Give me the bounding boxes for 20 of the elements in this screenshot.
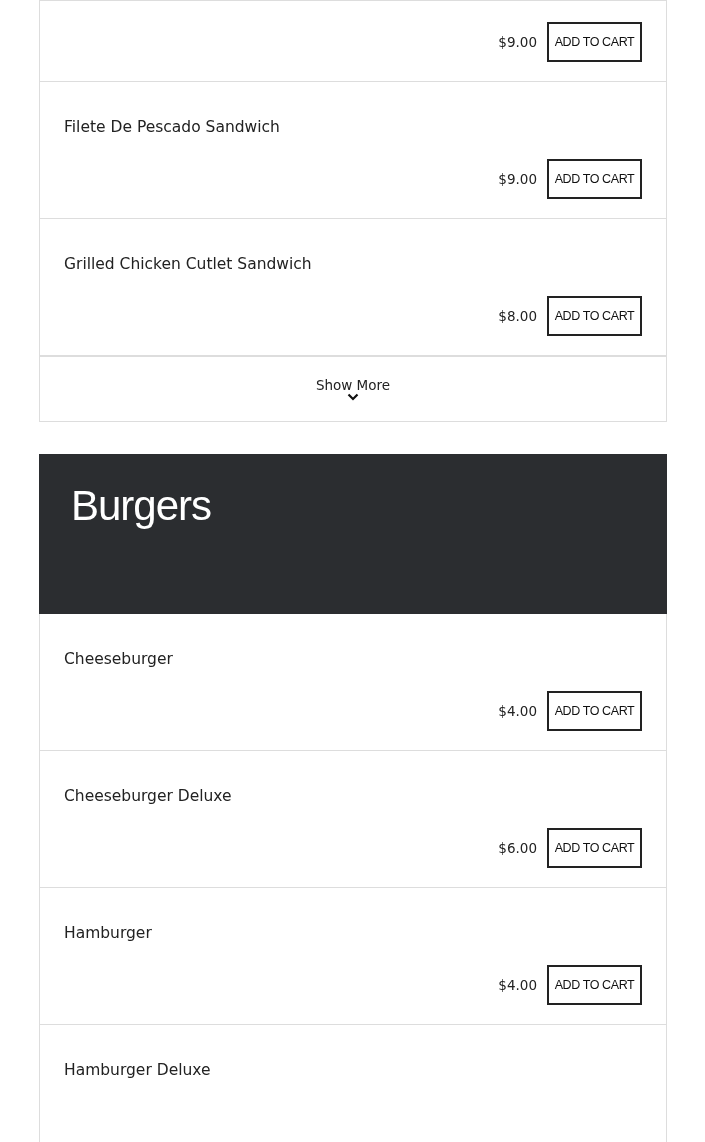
- add-to-cart-button[interactable]: ADD TO CART: [547, 828, 642, 868]
- item-price: $6.00: [498, 840, 537, 856]
- add-to-cart-button[interactable]: ADD TO CART: [547, 296, 642, 336]
- chevron-down-icon: [347, 393, 359, 401]
- add-to-cart-button[interactable]: ADD TO CART: [547, 159, 642, 199]
- add-to-cart-button[interactable]: ADD TO CART: [547, 22, 642, 62]
- item-name: Hamburger Deluxe: [64, 1061, 212, 1079]
- item-price: $4.00: [498, 703, 537, 719]
- item-name: Cheeseburger Deluxe: [64, 787, 233, 805]
- item-price: $4.00: [498, 977, 537, 993]
- item-name: Hamburger: [64, 924, 153, 942]
- item-name: Cheeseburger: [64, 650, 174, 668]
- item-price: $8.00: [498, 308, 537, 324]
- item-price: $9.00: [498, 34, 537, 50]
- category-title: Burgers: [71, 482, 213, 530]
- item-name: Filete De Pescado Sandwich: [64, 118, 281, 136]
- item-name: Grilled Chicken Cutlet Sandwich: [64, 255, 313, 273]
- item-price: $9.00: [498, 171, 537, 187]
- add-to-cart-button[interactable]: ADD TO CART: [547, 691, 642, 731]
- add-to-cart-button[interactable]: ADD TO CART: [547, 965, 642, 1005]
